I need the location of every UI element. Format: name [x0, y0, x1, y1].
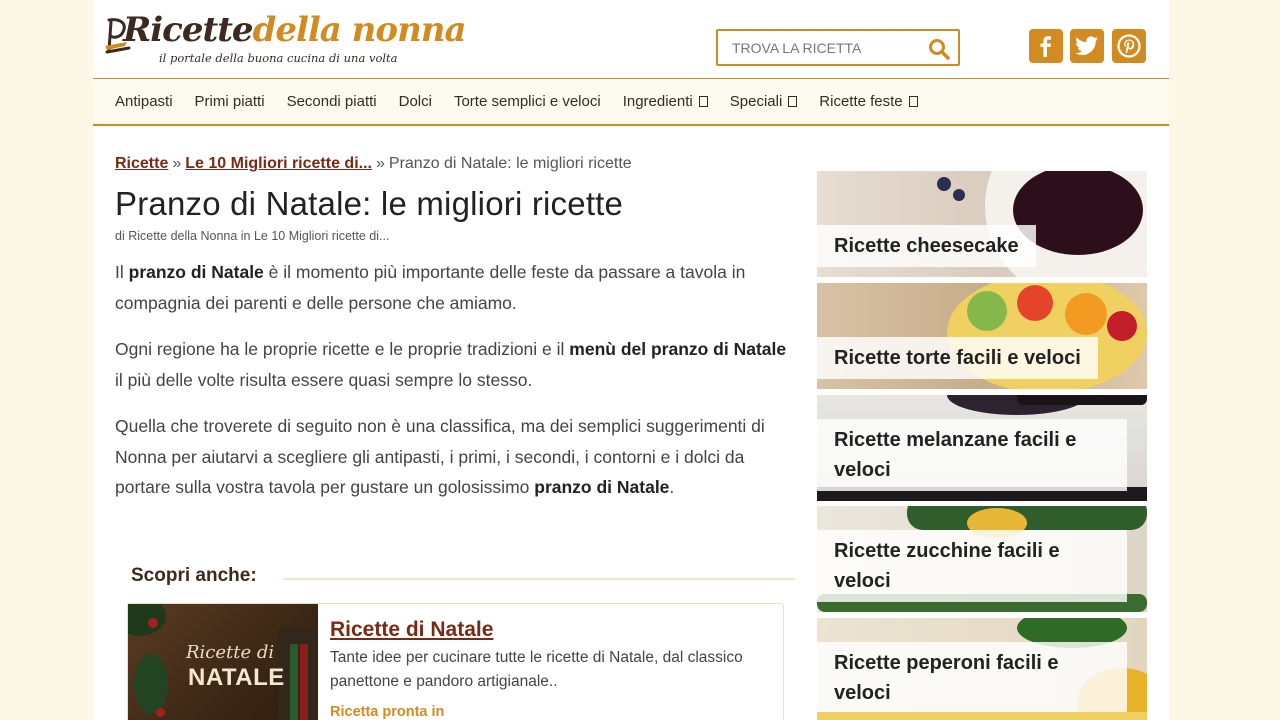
nav-item-label: Secondi piatti — [286, 93, 377, 110]
article-byline: di Ricette della Nonna in Le 10 Migliori… — [115, 229, 390, 243]
facebook-glyph — [1040, 36, 1051, 57]
fruit-decoration — [1017, 285, 1053, 321]
sidebar-tile-label: Ricette melanzane facili e veloci — [817, 419, 1127, 491]
dropdown-icon — [908, 96, 918, 107]
berry-decoration — [148, 618, 158, 628]
search-icon[interactable] — [928, 38, 950, 60]
logo-title-part1: Ricette — [123, 10, 254, 50]
text-run: il più delle volte risulta essere quasi … — [115, 369, 533, 390]
thumb-caption: Ricette di — [186, 642, 275, 663]
cutlery-decoration — [290, 644, 298, 720]
nav-item-label: Torte semplici e veloci — [453, 93, 601, 110]
site-logo[interactable]: Ricettedella nonna il portale della buon… — [103, 8, 467, 72]
divider — [283, 578, 795, 580]
article-paragraph: Il pranzo di Natale è il momento più imp… — [115, 257, 795, 318]
cutlery-decoration — [300, 644, 308, 720]
related-card-meta: Ricetta pronta in — [330, 704, 445, 720]
nav-item-ingredienti[interactable]: Ingredienti — [623, 93, 708, 110]
nav-item-label: Ricette feste — [819, 93, 903, 110]
nav-item-secondi-piatti[interactable]: Secondi piatti — [287, 93, 377, 110]
pinterest-icon[interactable] — [1112, 29, 1146, 63]
breadcrumb-current: Pranzo di Natale: le migliori ricette — [388, 155, 632, 172]
pine-decoration — [134, 654, 168, 714]
article: Ricette» Le 10 Migliori ricette di...» Pra… — [115, 155, 795, 720]
text-run: Ogni regione ha le proprie ricette e le … — [115, 339, 570, 359]
sidebar-tile-peperoni[interactable]: Ricette peperoni facili e veloci — [817, 618, 1147, 720]
facebook-icon[interactable] — [1029, 29, 1063, 63]
breadcrumb-link-migliori[interactable]: Le 10 Migliori ricette di... — [185, 155, 372, 172]
page-title: Pranzo di Natale: le migliori ricette — [115, 185, 624, 222]
see-also-label: Scopri anche: — [131, 565, 257, 587]
sidebar-tile-label: Ricette cheesecake — [817, 225, 1036, 267]
search-box — [716, 29, 960, 66]
berry-decoration — [156, 708, 165, 717]
pine-decoration — [128, 604, 166, 636]
sidebar-tile-zucchine[interactable]: Ricette zucchine facili e veloci — [817, 506, 1147, 612]
article-paragraph: Ogni regione ha le proprie ricette e le … — [115, 334, 795, 395]
fruit-decoration — [1107, 311, 1137, 341]
nav-item-torte[interactable]: Torte semplici e veloci — [454, 93, 601, 110]
breadcrumb-link-ricette[interactable]: Ricette — [115, 155, 168, 172]
see-also-header: Scopri anche: — [131, 565, 795, 589]
bold-text: menù del pranzo di Natale — [569, 339, 787, 359]
search-input[interactable] — [732, 39, 922, 57]
fruit-decoration — [1065, 293, 1107, 335]
article-paragraph: Quella che troverete di seguito non è un… — [115, 411, 795, 503]
berry-decoration — [953, 189, 965, 201]
nav-item-antipasti[interactable]: Antipasti — [115, 93, 173, 110]
nav-item-label: Antipasti — [115, 93, 173, 110]
nav-item-label: Ingredienti — [622, 93, 693, 110]
main-nav: Antipasti Primi piatti Secondi piatti Do… — [93, 78, 1169, 126]
logo-tagline: il portale della buona cucina di una vol… — [159, 51, 398, 65]
nav-item-primi-piatti[interactable]: Primi piatti — [195, 93, 265, 110]
logo-title: Ricettedella nonna — [123, 10, 467, 50]
page: Ricettedella nonna il portale della buon… — [93, 0, 1169, 720]
sidebar-tile-label: Ricette zucchine facili e veloci — [817, 530, 1127, 602]
sidebar-tile-melanzane[interactable]: Ricette melanzane facili e veloci — [817, 395, 1147, 501]
twitter-glyph — [1075, 36, 1098, 55]
related-card-description: Tante idee per cucinare tutte le ricette… — [330, 649, 743, 690]
nav-item-label: Dolci — [398, 93, 432, 110]
nav-item-label: Primi piatti — [194, 93, 265, 110]
related-card-title[interactable]: Ricette di Natale — [330, 618, 493, 642]
bold-text: pranzo di Natale — [128, 262, 264, 282]
nav-item-ricette-feste[interactable]: Ricette feste — [819, 93, 918, 110]
breadcrumb-separator: » — [172, 155, 182, 172]
dropdown-icon — [788, 96, 798, 107]
logo-title-part2: della nonna — [252, 10, 467, 50]
berry-decoration — [937, 177, 951, 191]
nav-item-dolci[interactable]: Dolci — [399, 93, 432, 110]
related-card[interactable]: Ricette di NATALE Ricette di Natale Tant… — [127, 603, 784, 720]
sidebar-tile-next[interactable] — [817, 712, 1147, 720]
sidebar-tile-torte[interactable]: Ricette torte facili e veloci — [817, 283, 1147, 389]
sidebar-tile-label: Ricette torte facili e veloci — [817, 337, 1098, 379]
nav-item-label: Speciali — [729, 93, 783, 110]
thumb-caption: NATALE — [188, 664, 285, 691]
zucchini-decoration — [907, 506, 1147, 530]
nav-item-speciali[interactable]: Speciali — [730, 93, 798, 110]
twitter-icon[interactable] — [1070, 29, 1104, 63]
fruit-decoration — [967, 291, 1007, 331]
sidebar-tile-cheesecake[interactable]: Ricette cheesecake — [817, 171, 1147, 277]
text-run: . — [669, 477, 675, 497]
breadcrumb: Ricette» Le 10 Migliori ricette di...» Pra… — [115, 155, 795, 173]
dropdown-icon — [698, 96, 708, 107]
pinterest-glyph — [1117, 34, 1141, 58]
site-header: Ricettedella nonna il portale della buon… — [93, 0, 1169, 78]
related-card-image[interactable]: Ricette di NATALE — [128, 604, 318, 720]
breadcrumb-separator: » — [375, 155, 385, 172]
bold-text: pranzo di Natale — [534, 477, 670, 497]
sidebar-tile-label: Ricette peperoni facili e veloci — [817, 642, 1127, 714]
text-run: Il — [115, 262, 129, 282]
eggplant-decoration — [1017, 395, 1147, 405]
